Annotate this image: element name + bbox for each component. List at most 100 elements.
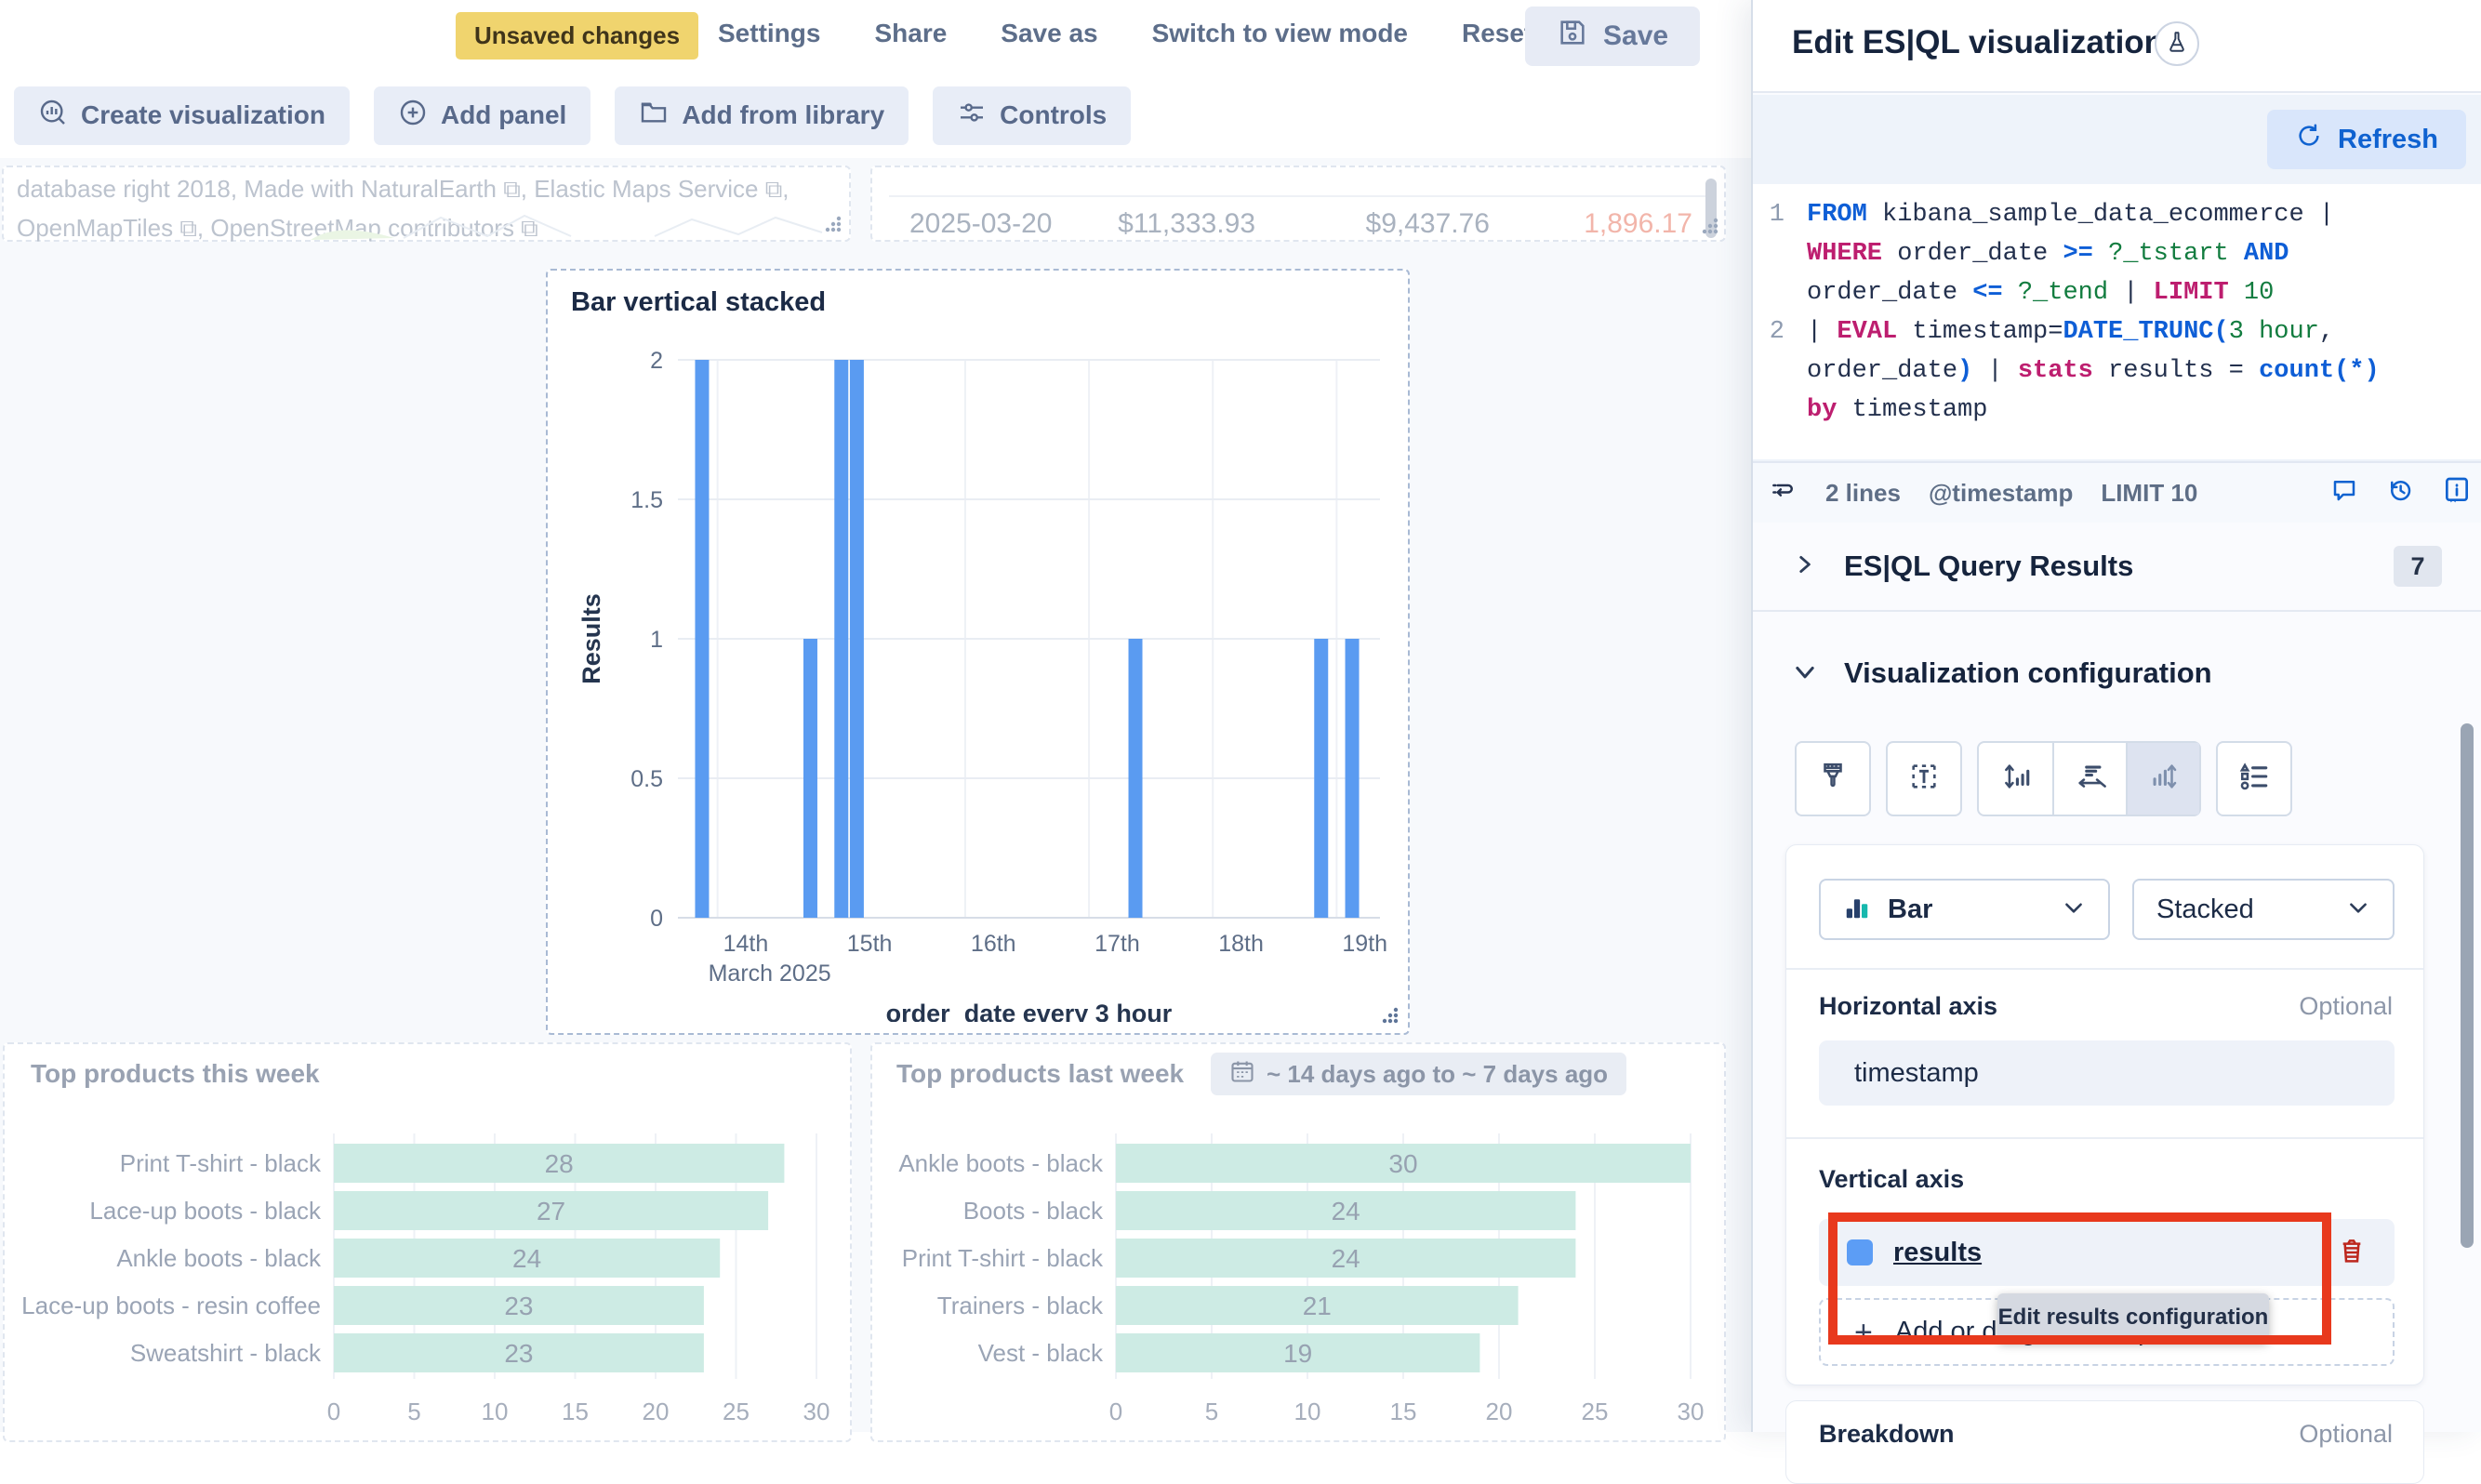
code-line[interactable]: order_date) | stats results = count(*) — [1753, 351, 2481, 391]
x-tick-label: 0 — [327, 1398, 340, 1425]
editor-footer: 2 lines @timestamp LIMIT 10 — [1753, 461, 2481, 523]
bar[interactable] — [850, 360, 864, 918]
code-line[interactable]: 1FROM kibana_sample_data_ecommerce | — [1753, 195, 2481, 234]
line-number — [1753, 351, 1807, 391]
y-tick-label: 0.5 — [630, 766, 663, 792]
chevron-down-icon — [1792, 658, 1818, 689]
top-products-last-week-panel[interactable]: Top products last week ~ 14 days ago to … — [870, 1042, 1726, 1442]
esql-query-results-accordion[interactable]: ES|QL Query Results 7 — [1753, 523, 2481, 612]
line-number: 2 — [1753, 312, 1807, 351]
style-settings-button[interactable] — [1795, 741, 1871, 816]
divider — [1786, 968, 2423, 970]
y-tick-label: 0 — [650, 906, 663, 932]
resize-handle-icon[interactable] — [1700, 216, 1720, 236]
plus-circle-icon — [398, 98, 428, 134]
bar[interactable] — [1314, 639, 1328, 918]
category-label: Trainers - black — [937, 1292, 1104, 1319]
text-decoration-button[interactable] — [1886, 741, 1962, 816]
top-products-last-week-chart[interactable]: Ankle boots - black30Boots - black24Prin… — [872, 1126, 1728, 1444]
settings-link[interactable]: Settings — [718, 19, 820, 48]
editor-lines-count: 2 lines — [1825, 479, 1901, 508]
optional-label: Optional — [2299, 1420, 2393, 1449]
left-axis-icon — [2000, 761, 2032, 797]
resize-handle-icon[interactable] — [823, 214, 843, 234]
bar[interactable] — [695, 360, 709, 918]
optional-label: Optional — [2299, 992, 2393, 1021]
bar-vertical-stacked-panel[interactable]: Bar vertical stacked 00.511.5214thMarch … — [546, 269, 1410, 1035]
x-axis-title: order_date every 3 hour — [886, 1000, 1173, 1022]
docs-icon[interactable] — [2442, 475, 2472, 511]
trash-icon[interactable] — [2337, 1236, 2367, 1270]
right-axis-button[interactable] — [2126, 743, 2199, 815]
comment-icon[interactable] — [2330, 476, 2358, 510]
history-icon[interactable] — [2386, 476, 2414, 510]
table-panel[interactable]: 2025-03-20 $11,333.93 $9,437.76 1,896.17 — [870, 166, 1726, 242]
vertical-axis-field[interactable]: results — [1819, 1219, 2395, 1286]
x-tick-label: 16th — [971, 931, 1016, 957]
bottom-axis-button[interactable] — [2052, 743, 2126, 815]
x-tick-label: 25 — [1582, 1398, 1609, 1425]
flyout-scrollbar[interactable] — [2461, 723, 2474, 1248]
top-products-this-week-panel[interactable]: Top products this week Print T-shirt - b… — [3, 1042, 852, 1442]
lens-icon — [38, 98, 68, 134]
x-tick-label: 5 — [1205, 1398, 1218, 1425]
bar-value-label: 19 — [1283, 1339, 1312, 1368]
chevron-right-icon — [1792, 552, 1816, 581]
resize-handle-icon[interactable] — [1380, 1005, 1400, 1026]
x-tick-label: 20 — [1486, 1398, 1513, 1425]
horizontal-axis-field[interactable]: timestamp — [1819, 1040, 2395, 1106]
x-tick-label: 10 — [482, 1398, 509, 1425]
y-tick-label: 1.5 — [630, 487, 663, 513]
x-tick-label: 18th — [1218, 931, 1264, 957]
top-products-this-week-chart[interactable]: Print T-shirt - black28Lace-up boots - b… — [5, 1126, 854, 1444]
calendar-icon — [1229, 1058, 1255, 1091]
top-navigation-bar: Unsaved changes Settings Share Save as S… — [0, 0, 1751, 73]
bar[interactable] — [1129, 639, 1143, 918]
switch-to-view-mode-link[interactable]: Switch to view mode — [1152, 19, 1408, 48]
save-icon — [1557, 17, 1588, 56]
share-link[interactable]: Share — [874, 19, 947, 48]
code-line[interactable]: WHERE order_date >= ?_tstart AND — [1753, 234, 2481, 273]
bar-value-label: 24 — [1332, 1197, 1360, 1226]
visualization-configuration-accordion[interactable]: Visualization configuration — [1792, 656, 2212, 690]
save-button[interactable]: Save — [1525, 7, 1700, 66]
esql-editor: Refresh 1FROM kibana_sample_data_ecommer… — [1753, 95, 2481, 523]
refresh-button[interactable]: Refresh — [2267, 110, 2466, 169]
x-tick-label: 19th — [1342, 931, 1387, 957]
x-tick-sublabel: March 2025 — [709, 961, 831, 987]
table-grid-line — [889, 195, 1707, 197]
flyout-header: Edit ES|QL visualization — [1753, 0, 2481, 93]
editor-timestamp-field[interactable]: @timestamp — [1929, 479, 2073, 508]
tech-preview-badge[interactable] — [2155, 21, 2199, 66]
left-axis-button[interactable] — [1979, 743, 2052, 815]
vertical-axis-value-link[interactable]: results — [1893, 1238, 1982, 1268]
x-tick-label: 20 — [643, 1398, 670, 1425]
create-visualization-button[interactable]: Create visualization — [14, 86, 350, 145]
reset-link[interactable]: Reset — [1462, 19, 1532, 48]
legend-settings-button[interactable] — [2216, 741, 2292, 816]
code-line[interactable]: order_date <= ?_tend | LIMIT 10 — [1753, 273, 2481, 312]
y-tick-label: 1 — [650, 627, 663, 653]
bar[interactable] — [1346, 639, 1360, 918]
code-line[interactable]: by timestamp — [1753, 391, 2481, 430]
chart-type-select[interactable]: Bar — [1819, 879, 2110, 940]
save-as-link[interactable]: Save as — [1001, 19, 1097, 48]
panel-title: Top products this week — [31, 1059, 320, 1089]
code-line[interactable]: 2| EVAL timestamp=DATE_TRUNC(3 hour, — [1753, 312, 2481, 351]
esql-code-editor[interactable]: 1FROM kibana_sample_data_ecommerce |WHER… — [1753, 184, 2481, 459]
time-range-badge[interactable]: ~ 14 days ago to ~ 7 days ago — [1211, 1053, 1626, 1095]
controls-button[interactable]: Controls — [933, 86, 1131, 145]
map-panel[interactable]: database right 2018, Made with NaturalEa… — [2, 166, 851, 242]
bar[interactable] — [834, 360, 848, 918]
bottom-axis-icon — [2075, 761, 2106, 797]
bar-vertical-stacked-chart[interactable]: 00.511.5214thMarch 202515th16th17th18th1… — [548, 315, 1412, 1022]
x-tick-label: 25 — [723, 1398, 750, 1425]
stacking-select[interactable]: Stacked — [2132, 879, 2395, 940]
bar[interactable] — [803, 639, 817, 918]
chart-type-value: Bar — [1888, 894, 1932, 925]
folder-icon — [639, 98, 669, 134]
series-color-swatch[interactable] — [1847, 1239, 1873, 1265]
add-panel-button[interactable]: Add panel — [374, 86, 590, 145]
add-from-library-button[interactable]: Add from library — [615, 86, 909, 145]
bar-value-label: 23 — [504, 1339, 533, 1368]
